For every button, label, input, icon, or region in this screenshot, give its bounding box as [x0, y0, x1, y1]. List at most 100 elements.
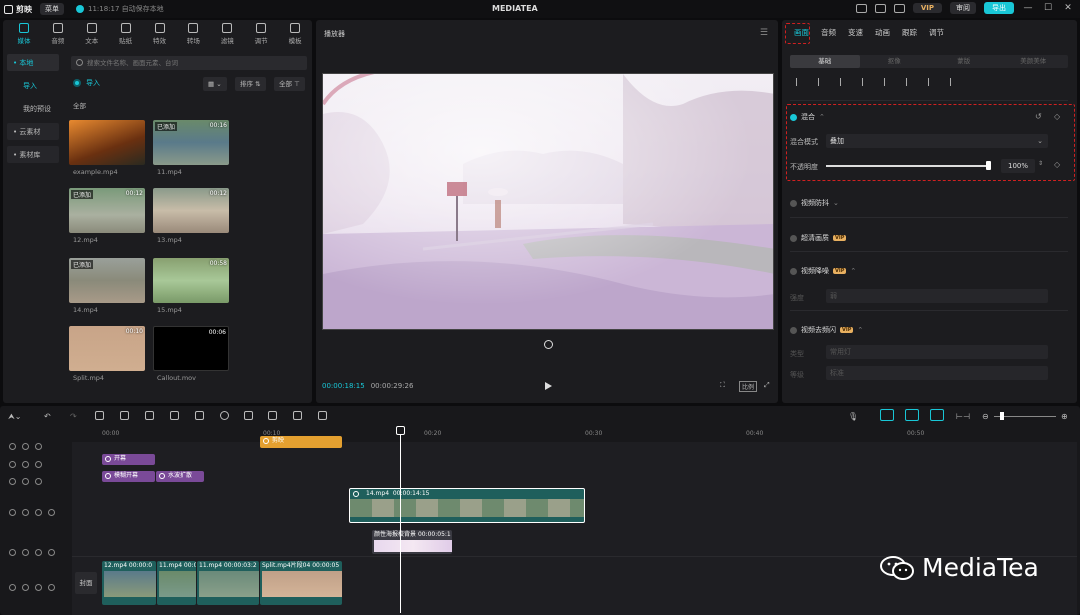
- eye-icon[interactable]: [35, 461, 42, 468]
- effect-clip-1[interactable]: 模糊开幕: [102, 471, 155, 482]
- inspector-subtab[interactable]: 基础: [790, 55, 860, 68]
- screenshot-icon[interactable]: [318, 411, 327, 420]
- media-thumbnail[interactable]: 00:10: [69, 326, 145, 371]
- align-right-icon[interactable]: [840, 78, 849, 86]
- main-track-magnet-icon[interactable]: [880, 409, 894, 421]
- sidenav-library[interactable]: • 素材库: [7, 146, 59, 163]
- text-clip[interactable]: 开幕: [102, 454, 155, 465]
- blend-toggle[interactable]: [790, 113, 797, 121]
- lock-icon[interactable]: [22, 549, 29, 556]
- layout-icon[interactable]: [874, 3, 886, 13]
- inspector-subtab[interactable]: 蒙版: [929, 55, 999, 68]
- denoise-strength-select[interactable]: 弱: [826, 289, 1048, 303]
- keyframe-icon[interactable]: ◇: [1054, 112, 1060, 121]
- audio-icon[interactable]: [48, 549, 55, 556]
- deflicker-level-select[interactable]: 标准: [826, 366, 1048, 380]
- tool-media[interactable]: 媒体: [7, 20, 41, 46]
- vip-button[interactable]: VIP: [912, 3, 942, 13]
- inspector-subtab[interactable]: 抠像: [860, 55, 930, 68]
- lock-icon[interactable]: [22, 478, 29, 485]
- align-bottom-icon[interactable]: [906, 78, 915, 86]
- split-icon[interactable]: [95, 411, 104, 420]
- denoise-section[interactable]: 视频降噪 VIP ⌃: [790, 266, 856, 276]
- player-menu-icon[interactable]: ☰: [760, 28, 768, 38]
- track-visibility-icon[interactable]: [9, 509, 16, 516]
- undo-icon[interactable]: ↶: [44, 412, 51, 421]
- eye-icon[interactable]: [35, 443, 42, 450]
- inspector-subtab[interactable]: 美颜美体: [999, 55, 1069, 68]
- lock-icon[interactable]: [22, 443, 29, 450]
- lock-icon[interactable]: [22, 461, 29, 468]
- align-top-icon[interactable]: [862, 78, 871, 86]
- media-thumbnail[interactable]: [69, 120, 145, 165]
- main-track-clip[interactable]: Split.mp4片段04 00:00:05: [260, 561, 342, 605]
- tool-adjust[interactable]: 调节: [244, 20, 278, 46]
- sidenav-local[interactable]: • 本地: [7, 54, 59, 71]
- media-thumbnail[interactable]: 00:06: [153, 326, 229, 371]
- delete-icon[interactable]: [170, 411, 179, 420]
- eye-icon[interactable]: [35, 584, 42, 591]
- preview-axis-icon[interactable]: ⊢⊣: [956, 412, 970, 421]
- lock-icon[interactable]: [22, 584, 29, 591]
- effect-clip-2[interactable]: 水波扩散: [156, 471, 204, 482]
- settings-icon[interactable]: [893, 3, 905, 13]
- link-icon[interactable]: [930, 409, 944, 421]
- rotate-icon[interactable]: [268, 411, 277, 420]
- inspector-tab[interactable]: 动画: [869, 20, 896, 46]
- zoom-out-icon[interactable]: ⊖: [982, 412, 989, 421]
- tool-filter[interactable]: 滤镜: [210, 20, 244, 46]
- tool-effects[interactable]: 特效: [143, 20, 177, 46]
- video-preview[interactable]: [322, 73, 774, 330]
- review-button[interactable]: 审阅: [950, 2, 976, 14]
- minimize-icon[interactable]: —: [1022, 3, 1034, 13]
- tool-text[interactable]: 文本: [75, 20, 109, 46]
- lock-icon[interactable]: [22, 509, 29, 516]
- stabilize-section[interactable]: 视频防抖 ⌄: [790, 198, 839, 208]
- hd-toggle[interactable]: [790, 234, 797, 242]
- opacity-input[interactable]: 100%: [1001, 159, 1035, 173]
- reverse-icon[interactable]: [220, 411, 229, 420]
- distribute-v-icon[interactable]: [950, 78, 959, 86]
- align-center-v-icon[interactable]: [884, 78, 893, 86]
- eye-icon[interactable]: [35, 509, 42, 516]
- opacity-keyframe-icon[interactable]: ◇: [1054, 160, 1060, 169]
- media-thumbnail[interactable]: 已添加 00:12: [69, 188, 145, 233]
- blend-section-header[interactable]: 混合 ⌃: [790, 112, 825, 122]
- deflicker-type-select[interactable]: 常用灯: [826, 345, 1048, 359]
- media-thumbnail[interactable]: 已添加: [69, 258, 145, 303]
- menu-button[interactable]: 菜单: [40, 3, 64, 15]
- tool-audio[interactable]: 音频: [41, 20, 75, 46]
- fullscreen-icon[interactable]: ⤢: [764, 381, 770, 390]
- sidenav-import[interactable]: 导入: [7, 77, 59, 94]
- zoom-in-icon[interactable]: ⊕: [1061, 412, 1068, 421]
- track-visibility-icon[interactable]: [9, 549, 16, 556]
- tool-sticker[interactable]: 贴纸: [109, 20, 143, 46]
- fullscreen-crop-icon[interactable]: ⛶: [720, 381, 725, 390]
- distribute-h-icon[interactable]: [928, 78, 937, 86]
- sort-button[interactable]: 排序 ⇅: [235, 77, 266, 91]
- eye-icon[interactable]: [35, 549, 42, 556]
- main-track-clip[interactable]: 12.mp4 00:00:0: [102, 561, 156, 605]
- select-tool-icon[interactable]: ⮝⌄: [8, 412, 22, 422]
- auto-snap-icon[interactable]: [905, 409, 919, 421]
- opacity-slider-handle[interactable]: [986, 161, 991, 170]
- view-mode-button[interactable]: ▦ ⌄: [203, 77, 227, 91]
- main-video-clip[interactable]: 14.mp4 00:00:14:15: [349, 488, 585, 523]
- stepper-icon[interactable]: ⇕: [1038, 160, 1043, 167]
- reset-icon[interactable]: ↺: [1035, 112, 1042, 121]
- cover-button[interactable]: 封面: [75, 572, 97, 594]
- align-left-icon[interactable]: [796, 78, 805, 86]
- audio-clip[interactable]: 剪映: [260, 436, 342, 448]
- hd-section[interactable]: 超清画质 VIP: [790, 233, 847, 243]
- media-search-input[interactable]: 搜索文件名称、画面元素、台词: [71, 56, 307, 70]
- sidenav-cloud[interactable]: • 云素材: [7, 123, 59, 140]
- crop-icon[interactable]: [293, 411, 302, 420]
- split-right-icon[interactable]: [145, 411, 154, 420]
- zoom-slider-handle[interactable]: [1000, 412, 1004, 420]
- inspector-tab[interactable]: 变速: [842, 20, 869, 46]
- inspector-tab[interactable]: 音频: [815, 20, 842, 46]
- main-track-clip[interactable]: 11.mp4 00:0: [157, 561, 196, 605]
- timeline-ruler[interactable]: 00:00 00:10 00:20 00:30 00:40 00:50: [102, 428, 1077, 440]
- ratio-button[interactable]: 比例: [739, 381, 758, 392]
- denoise-toggle[interactable]: [790, 267, 797, 275]
